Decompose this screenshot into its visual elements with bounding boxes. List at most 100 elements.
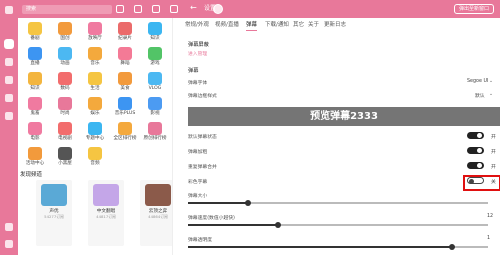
- tab-item[interactable]: 其它: [293, 21, 304, 29]
- category-icon: [88, 97, 102, 110]
- slider-value: 1: [487, 236, 491, 241]
- favorite-icon[interactable]: [5, 76, 13, 84]
- history-icon[interactable]: [5, 112, 13, 120]
- category-item[interactable]: 美食: [110, 70, 140, 97]
- category-item[interactable]: 纪录片: [110, 20, 140, 47]
- download-icon[interactable]: [5, 223, 13, 231]
- category-item[interactable]: 小黑屋: [50, 145, 80, 172]
- option-toggle[interactable]: [467, 162, 484, 169]
- toggle-knob: [477, 163, 482, 168]
- category-icon: [28, 72, 42, 85]
- tab-item[interactable]: 更新日志: [324, 21, 346, 29]
- tab-item[interactable]: 视频/直播: [215, 21, 239, 29]
- category-item[interactable]: 影视: [140, 95, 170, 122]
- category-item[interactable]: 专题中心: [80, 120, 110, 147]
- message-icon[interactable]: [134, 5, 142, 13]
- category-icon: [148, 22, 162, 35]
- category-item[interactable]: 放映厅: [80, 20, 110, 47]
- channel-card[interactable]: 云顶之弈 44864订阅: [140, 180, 172, 246]
- channel-card[interactable]: 中文翻唱 44817订阅: [88, 180, 124, 246]
- channel-image: [145, 184, 171, 206]
- category-icon: [58, 47, 72, 60]
- chevron-down-icon[interactable]: ⌄: [489, 79, 493, 84]
- block-manage-link[interactable]: 进入管理: [188, 50, 207, 57]
- category-item[interactable]: 鬼畜: [20, 95, 50, 122]
- tab-item[interactable]: 关于: [308, 21, 319, 29]
- category-item[interactable]: VLOG: [140, 70, 170, 97]
- heart-icon[interactable]: [5, 58, 13, 66]
- discover-title: 发现频道: [20, 172, 43, 178]
- category-item[interactable]: 知识: [20, 70, 50, 97]
- category-item[interactable]: 原创排行榜: [140, 120, 170, 147]
- category-icon: [58, 22, 72, 35]
- category-label: 娱乐: [90, 111, 100, 116]
- option-toggle[interactable]: [467, 147, 484, 154]
- tab-item[interactable]: 下载/通知: [265, 21, 289, 29]
- settings-tabs: 常规/外观 视频/直播 弹幕 下载/通知 其它 关于 更新日志: [185, 21, 485, 31]
- category-item[interactable]: 活动中心: [20, 145, 50, 172]
- category-label: 时尚: [60, 111, 70, 116]
- category-icon: [88, 72, 102, 85]
- dynamic-icon[interactable]: [170, 5, 178, 13]
- option-toggle[interactable]: [467, 132, 484, 139]
- category-label: 放映厅: [88, 36, 102, 41]
- category-icon[interactable]: [5, 40, 13, 48]
- toggle-state: 开: [491, 135, 496, 140]
- category-label: 活动中心: [25, 161, 45, 166]
- category-item[interactable]: 数码: [50, 70, 80, 97]
- search-input[interactable]: 搜索: [22, 5, 112, 14]
- home-icon[interactable]: [5, 6, 13, 14]
- category-label: 舞蹈: [120, 61, 130, 66]
- slider-track[interactable]: [188, 200, 488, 206]
- category-icon: [28, 97, 42, 110]
- slider-fill: [188, 246, 452, 248]
- popout-button[interactable]: 弹出至新窗口: [453, 4, 494, 14]
- category-label: 音频: [90, 161, 100, 166]
- category-item[interactable]: 游戏: [140, 45, 170, 72]
- category-icon: [148, 72, 162, 85]
- category-label: 美食: [120, 86, 130, 91]
- channel-image: [93, 184, 119, 206]
- slider-track[interactable]: [188, 222, 488, 228]
- chevron-down-icon[interactable]: ⌄: [489, 92, 493, 97]
- category-item[interactable]: 直播: [20, 45, 50, 72]
- category-item[interactable]: 国创: [50, 20, 80, 47]
- category-label: 小黑屋: [58, 161, 72, 166]
- category-label: 全区排行榜: [113, 136, 137, 141]
- category-item[interactable]: 生活: [80, 70, 110, 97]
- category-item[interactable]: 娱乐: [80, 95, 110, 122]
- category-item[interactable]: 音乐: [80, 45, 110, 72]
- category-item[interactable]: 音频: [80, 145, 110, 172]
- slider-track[interactable]: [188, 244, 488, 250]
- star-icon[interactable]: [5, 94, 13, 102]
- category-item[interactable]: 时尚: [50, 95, 80, 122]
- category-item[interactable]: 番剧: [20, 20, 50, 47]
- tab-item[interactable]: 弹幕: [246, 21, 258, 31]
- category-label: 生活: [90, 86, 100, 91]
- category-icon: [118, 72, 132, 85]
- category-icon: [58, 97, 72, 110]
- slider-thumb[interactable]: [275, 222, 281, 228]
- category-item[interactable]: 舞蹈: [110, 45, 140, 72]
- style-select[interactable]: 默认: [475, 92, 485, 99]
- scan-icon[interactable]: [152, 5, 160, 13]
- settings-icon[interactable]: [5, 240, 13, 248]
- category-item[interactable]: 音乐PLUS: [110, 95, 140, 122]
- arrow-left-icon[interactable]: ←: [190, 4, 197, 12]
- slider-thumb[interactable]: [245, 200, 251, 206]
- category-item[interactable]: 电影: [20, 120, 50, 147]
- category-item[interactable]: 全区排行榜: [110, 120, 140, 147]
- upload-icon[interactable]: [116, 5, 124, 13]
- slider-thumb[interactable]: [449, 244, 455, 250]
- font-select[interactable]: Segoe UI: [467, 79, 488, 84]
- category-item[interactable]: 知识: [140, 20, 170, 47]
- app-window: 搜索 ← 设置 弹出至新窗口 番剧 国创 放映厅 纪录片 知识 直播 动画 音乐 舞蹈 游戏 知识数…: [0, 0, 500, 255]
- category-label: 动画: [60, 61, 70, 66]
- toggle-knob: [477, 148, 482, 153]
- tab-item[interactable]: 常规/外观: [185, 21, 209, 29]
- category-item[interactable]: 电视剧: [50, 120, 80, 147]
- top-bar: 搜索 ← 设置 弹出至新窗口: [18, 0, 500, 18]
- category-item[interactable]: 动画: [50, 45, 80, 72]
- channel-card[interactable]: 声优 54277订阅: [36, 180, 72, 246]
- option-label: 彩色字幕: [188, 180, 208, 185]
